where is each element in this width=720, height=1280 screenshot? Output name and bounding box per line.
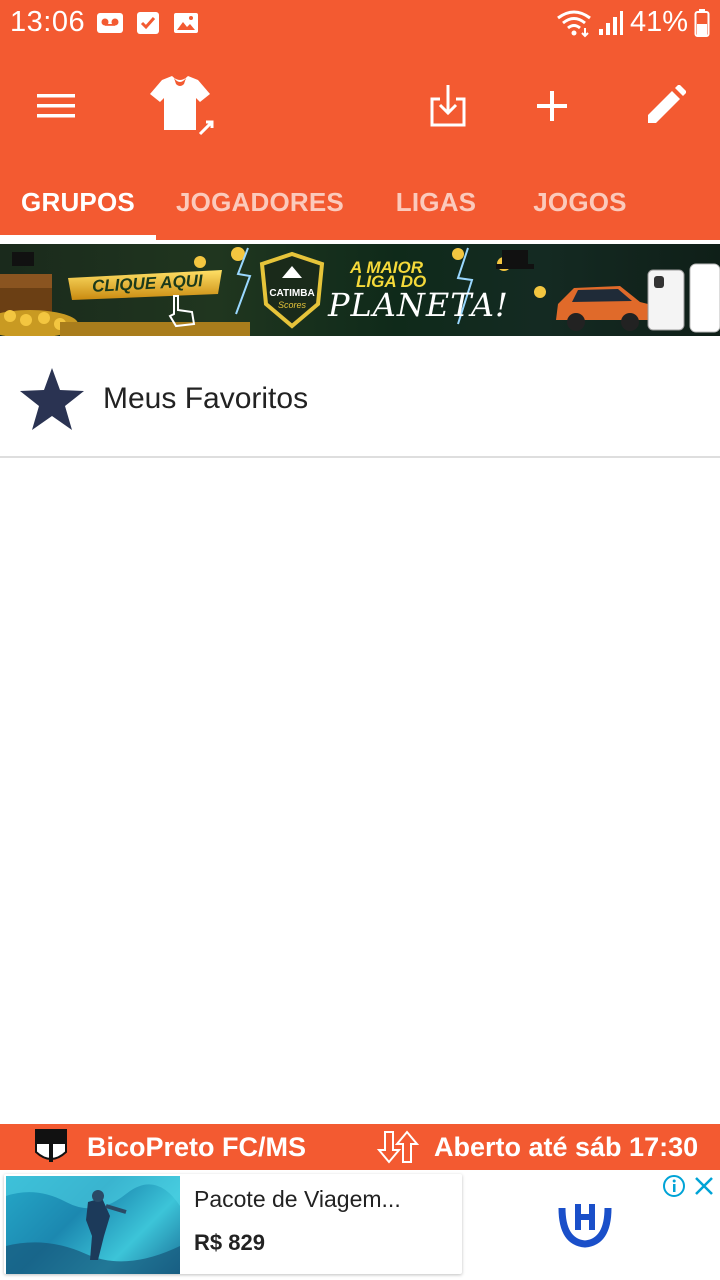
- ad-card[interactable]: Pacote de Viagem... R$ 829: [4, 1174, 462, 1274]
- app-screen: 13:06 41% GRUPOS JOGADORES LIGAS JOGOS C…: [0, 0, 720, 1280]
- team-crest-icon: [35, 1129, 67, 1162]
- add-button[interactable]: [522, 78, 582, 134]
- ad-info-icon[interactable]: [662, 1174, 686, 1198]
- signal-icon: [598, 10, 623, 35]
- star-icon: [20, 368, 84, 430]
- tab-jogos[interactable]: JOGOS: [516, 164, 644, 240]
- active-tab-indicator: [0, 235, 156, 240]
- notification-icons: [96, 10, 200, 36]
- ad-close-icon[interactable]: [692, 1174, 716, 1198]
- banner-brand-line1: CATIMBA: [269, 288, 315, 299]
- advertiser-logo-icon[interactable]: [556, 1200, 614, 1250]
- hamburger-menu-icon: [37, 94, 75, 118]
- task-check-icon: [137, 12, 159, 34]
- pencil-icon: [648, 85, 686, 123]
- favorites-label: Meus Favoritos: [103, 382, 309, 415]
- app-toolbar: [0, 48, 720, 164]
- battery-percent: 41%: [629, 6, 688, 38]
- market-status: Aberto até sáb 17:30: [434, 1132, 699, 1162]
- status-right: 41%: [556, 6, 710, 39]
- favorites-list-item[interactable]: Meus Favoritos: [0, 342, 720, 458]
- ad-image: [6, 1176, 180, 1274]
- tab-grupos[interactable]: GRUPOS: [0, 164, 156, 240]
- team-shirt-icon: [150, 76, 214, 136]
- ad-banner[interactable]: Pacote de Viagem... R$ 829: [0, 1170, 720, 1280]
- status-time: 13:06: [10, 6, 86, 38]
- tab-bar: GRUPOS JOGADORES LIGAS JOGOS: [0, 164, 720, 240]
- ad-title: Pacote de Viagem...: [194, 1186, 401, 1212]
- battery-icon: [694, 8, 710, 37]
- team-status-bar[interactable]: BicoPreto FC/MS Aberto até sáb 17:30: [0, 1124, 720, 1170]
- tab-jogadores[interactable]: JOGADORES: [166, 164, 354, 240]
- promo-banner[interactable]: CLIQUE AQUI CATIMBA Scores A MAIOR LIGA …: [0, 244, 720, 336]
- plus-icon: [537, 91, 567, 121]
- tab-ligas[interactable]: LIGAS: [376, 164, 496, 240]
- status-bar: 13:06 41%: [0, 0, 720, 48]
- menu-button[interactable]: [20, 78, 92, 134]
- team-name: BicoPreto FC/MS: [87, 1132, 307, 1162]
- import-button[interactable]: [420, 76, 476, 136]
- pointing-hand-icon: [168, 295, 196, 328]
- download-import-icon: [430, 85, 466, 127]
- wifi-icon: [557, 10, 591, 37]
- edit-button[interactable]: [634, 76, 696, 136]
- team-shirt-button[interactable]: [138, 70, 220, 140]
- ad-price: R$ 829: [194, 1230, 265, 1255]
- banner-headline-3: PLANETA!: [328, 286, 509, 324]
- diver-underwater-image: [6, 1176, 180, 1274]
- swap-arrows-icon: [376, 1130, 420, 1164]
- banner-brand-line2: Scores: [277, 300, 306, 310]
- gallery-image-icon: [174, 13, 198, 33]
- voicemail-icon: [97, 13, 123, 33]
